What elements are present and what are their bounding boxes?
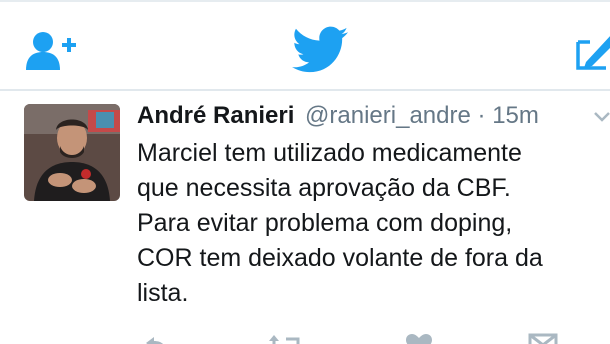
tweet-text-line: Para evitar problema com doping,	[137, 209, 513, 237]
compose-icon[interactable]	[572, 28, 610, 72]
twitter-bird-icon[interactable]	[292, 26, 348, 74]
author-name[interactable]: André Ranieri	[137, 102, 294, 129]
tweet-text-line: que necessita aprovação da CBF.	[137, 174, 511, 202]
chevron-down-icon[interactable]	[594, 111, 610, 123]
direct-message-icon[interactable]	[528, 333, 558, 344]
top-nav-bar	[0, 2, 610, 90]
tweet-text-line: COR tem deixado volante de fora da	[137, 244, 543, 272]
tweet-text-line: lista.	[137, 279, 189, 307]
tweet[interactable]: André Ranieri @ranieri_andre · 15m Marci…	[0, 91, 610, 344]
reply-icon[interactable]	[144, 333, 168, 344]
author-handle[interactable]: @ranieri_andre	[305, 102, 471, 129]
tweet-text: Marciel tem utilizado medicamente que ne…	[137, 136, 610, 311]
tweet-actions	[0, 333, 610, 344]
follow-icon[interactable]	[26, 30, 78, 70]
header-separator: ·	[477, 102, 486, 129]
tweet-header: André Ranieri @ranieri_andre · 15m	[137, 99, 539, 133]
like-icon[interactable]	[404, 333, 434, 344]
tweet-timestamp[interactable]: 15m	[492, 102, 539, 129]
avatar[interactable]	[24, 104, 120, 201]
retweet-icon[interactable]	[268, 333, 304, 344]
tweet-text-line: Marciel tem utilizado medicamente	[137, 139, 522, 167]
